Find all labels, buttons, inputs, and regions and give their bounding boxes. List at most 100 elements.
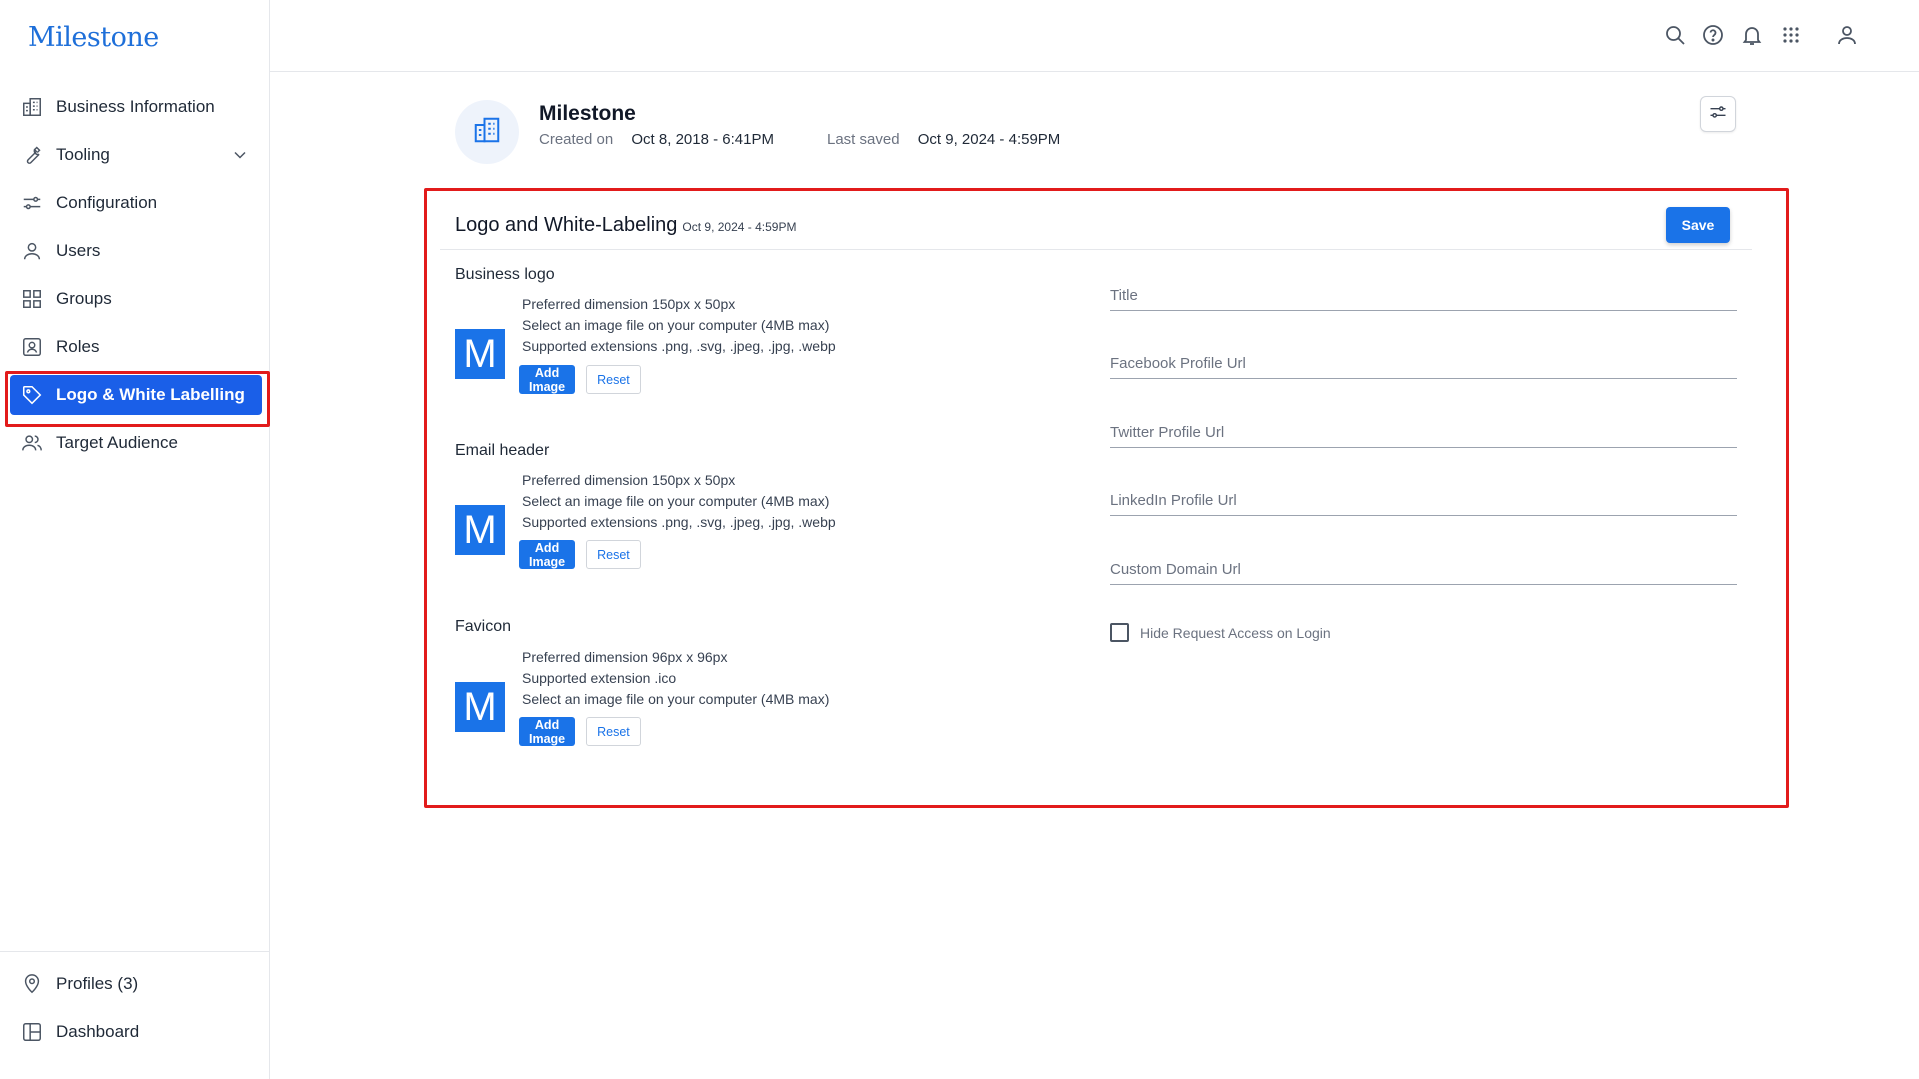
created-label: Created on xyxy=(539,131,614,148)
favicon-actions: Add Image Reset xyxy=(519,717,641,746)
sidebar-item-users[interactable]: Users xyxy=(10,231,262,271)
hide-request-access-option: Hide Request Access on Login xyxy=(1110,623,1331,642)
card-title: Logo and White-Labeling Oct 9, 2024 - 4:5… xyxy=(455,214,796,237)
sidebar-item-label: Groups xyxy=(56,289,112,308)
linkedin-url-input[interactable] xyxy=(1110,476,1737,515)
info-line: Supported extensions .png, .svg, .jpeg, … xyxy=(522,514,836,530)
sliders-icon xyxy=(21,192,43,214)
business-logo-thumbnail: M xyxy=(455,329,505,379)
sidebar-item-label: Target Audience xyxy=(56,433,178,452)
created-value: Oct 8, 2018 - 6:41PM xyxy=(631,131,774,148)
sidebar-item-label: Roles xyxy=(56,337,100,356)
sidebar-item-business-information[interactable]: Business Information xyxy=(10,87,262,127)
sliders-icon xyxy=(1708,102,1728,127)
info-line: Preferred dimension 96px x 96px xyxy=(522,649,728,665)
location-pin-icon xyxy=(21,973,43,995)
sidebar-item-label: Dashboard xyxy=(56,1022,140,1041)
twitter-url-field xyxy=(1110,408,1737,448)
card-title-text: Logo and White-Labeling xyxy=(455,214,678,236)
sidebar-item-label: Configuration xyxy=(56,193,158,212)
info-line: Supported extensions .png, .svg, .jpeg, … xyxy=(522,338,836,354)
favicon-info: Preferred dimension 96px x 96px Supporte… xyxy=(522,647,922,710)
reset-button[interactable]: Reset xyxy=(586,365,641,394)
business-logo-section: Business logo xyxy=(455,266,555,284)
business-avatar xyxy=(455,100,519,164)
add-image-button[interactable]: Add Image xyxy=(519,540,576,569)
card-timestamp: Oct 9, 2024 - 4:59PM xyxy=(682,220,797,234)
sidebar-item-label: Profiles (3) xyxy=(56,974,139,993)
sidebar: Milestone Business Information Tooling C… xyxy=(0,0,270,1079)
saved-meta: Last saved Oct 9, 2024 - 4:59PM xyxy=(827,131,1060,148)
info-line: Select an image file on your computer (4… xyxy=(522,493,830,509)
sidebar-item-target-audience[interactable]: Target Audience xyxy=(10,423,262,463)
apps-grid-icon[interactable] xyxy=(1779,23,1803,47)
user-icon xyxy=(21,240,43,262)
checkbox-label: Hide Request Access on Login xyxy=(1140,624,1331,641)
id-badge-icon xyxy=(21,336,43,358)
help-icon[interactable] xyxy=(1701,23,1725,47)
sidebar-nav: Business Information Tooling Configurati… xyxy=(10,87,262,471)
hide-request-access-checkbox[interactable] xyxy=(1110,623,1129,642)
brand-logo[interactable]: Milestone xyxy=(28,22,159,53)
building-icon xyxy=(21,96,43,118)
favicon-thumbnail: M xyxy=(455,682,505,732)
title-input[interactable] xyxy=(1110,271,1737,310)
business-logo-actions: Add Image Reset xyxy=(519,365,641,394)
settings-button[interactable] xyxy=(1700,96,1736,132)
sidebar-item-tooling[interactable]: Tooling xyxy=(10,135,262,175)
reset-button[interactable]: Reset xyxy=(586,540,641,569)
section-title: Business logo xyxy=(455,266,555,283)
sidebar-item-label: Logo & White Labelling xyxy=(56,385,245,404)
info-line: Select an image file on your computer (4… xyxy=(522,317,830,333)
top-bar xyxy=(270,0,1919,72)
sidebar-item-roles[interactable]: Roles xyxy=(10,327,262,367)
sidebar-item-configuration[interactable]: Configuration xyxy=(10,183,262,223)
email-header-thumbnail: M xyxy=(455,505,505,555)
email-header-info: Preferred dimension 150px x 50px Select … xyxy=(522,470,922,533)
sidebar-footer: Profiles (3) Dashboard xyxy=(0,951,269,1060)
wrench-icon xyxy=(21,144,43,166)
add-image-button[interactable]: Add Image xyxy=(519,717,576,746)
reset-button[interactable]: Reset xyxy=(586,717,641,746)
facebook-url-field xyxy=(1110,339,1737,379)
facebook-url-input[interactable] xyxy=(1110,339,1737,378)
sidebar-item-label: Users xyxy=(56,241,101,260)
dashboard-icon xyxy=(21,1021,43,1043)
sidebar-item-profiles[interactable]: Profiles (3) xyxy=(10,964,259,1004)
favicon-section: Favicon xyxy=(455,618,511,636)
custom-domain-input[interactable] xyxy=(1110,545,1737,584)
saved-label: Last saved xyxy=(827,131,900,148)
section-title: Favicon xyxy=(455,618,512,635)
bell-icon[interactable] xyxy=(1740,23,1764,47)
linkedin-url-field xyxy=(1110,476,1737,516)
info-line: Preferred dimension 150px x 50px xyxy=(522,296,736,312)
search-icon[interactable] xyxy=(1663,23,1687,47)
email-header-actions: Add Image Reset xyxy=(519,540,641,569)
sidebar-item-label: Tooling xyxy=(56,145,110,164)
sidebar-item-dashboard[interactable]: Dashboard xyxy=(10,1012,259,1052)
building-icon xyxy=(472,115,502,150)
created-meta: Created on Oct 8, 2018 - 6:41PM xyxy=(539,131,774,148)
users-icon xyxy=(21,432,43,454)
business-logo-info: Preferred dimension 150px x 50px Select … xyxy=(522,294,922,357)
info-line: Supported extension .ico xyxy=(522,670,677,686)
grid-icon xyxy=(21,288,43,310)
custom-domain-field xyxy=(1110,545,1737,585)
email-header-section: Email header xyxy=(455,442,549,460)
save-button[interactable]: Save xyxy=(1666,207,1730,243)
sidebar-item-logo-white-labelling[interactable]: Logo & White Labelling xyxy=(10,375,262,415)
tag-icon xyxy=(21,384,43,406)
info-line: Select an image file on your computer (4… xyxy=(522,691,830,707)
sidebar-item-groups[interactable]: Groups xyxy=(10,279,262,319)
twitter-url-input[interactable] xyxy=(1110,408,1737,447)
add-image-button[interactable]: Add Image xyxy=(519,365,576,394)
business-name: Milestone xyxy=(539,102,636,125)
sidebar-item-label: Business Information xyxy=(56,97,215,116)
account-icon[interactable] xyxy=(1835,23,1859,47)
title-field xyxy=(1110,271,1737,311)
chevron-down-icon[interactable] xyxy=(230,145,250,165)
saved-value: Oct 9, 2024 - 4:59PM xyxy=(917,131,1061,148)
card-divider xyxy=(440,249,1752,250)
info-line: Preferred dimension 150px x 50px xyxy=(522,472,736,488)
section-title: Email header xyxy=(455,442,550,459)
